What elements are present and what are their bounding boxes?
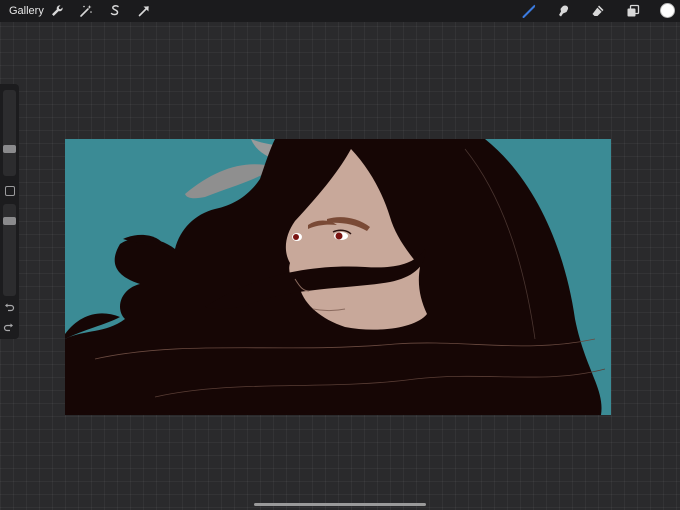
transform-arrow-icon[interactable]	[136, 3, 152, 19]
redo-icon[interactable]	[3, 322, 15, 334]
top-toolbar: Gallery	[0, 0, 680, 22]
home-indicator	[254, 503, 426, 506]
drawing-canvas[interactable]	[65, 139, 611, 415]
undo-icon[interactable]	[3, 302, 15, 314]
modify-button[interactable]	[5, 186, 15, 196]
brush-size-slider[interactable]	[3, 90, 16, 176]
magic-wand-icon[interactable]	[78, 3, 94, 19]
eraser-icon[interactable]	[590, 3, 606, 19]
gallery-button[interactable]: Gallery	[9, 4, 44, 18]
artwork-illustration	[65, 139, 606, 415]
brush-size-slider-thumb[interactable]	[3, 144, 16, 153]
selection-icon[interactable]	[107, 3, 123, 19]
brush-icon[interactable]	[521, 3, 537, 19]
left-sidebar	[0, 84, 19, 339]
layers-icon[interactable]	[625, 3, 641, 19]
smudge-icon[interactable]	[556, 3, 572, 19]
opacity-slider-thumb[interactable]	[3, 216, 16, 225]
wrench-icon[interactable]	[49, 3, 65, 19]
color-picker-button[interactable]	[660, 3, 675, 18]
